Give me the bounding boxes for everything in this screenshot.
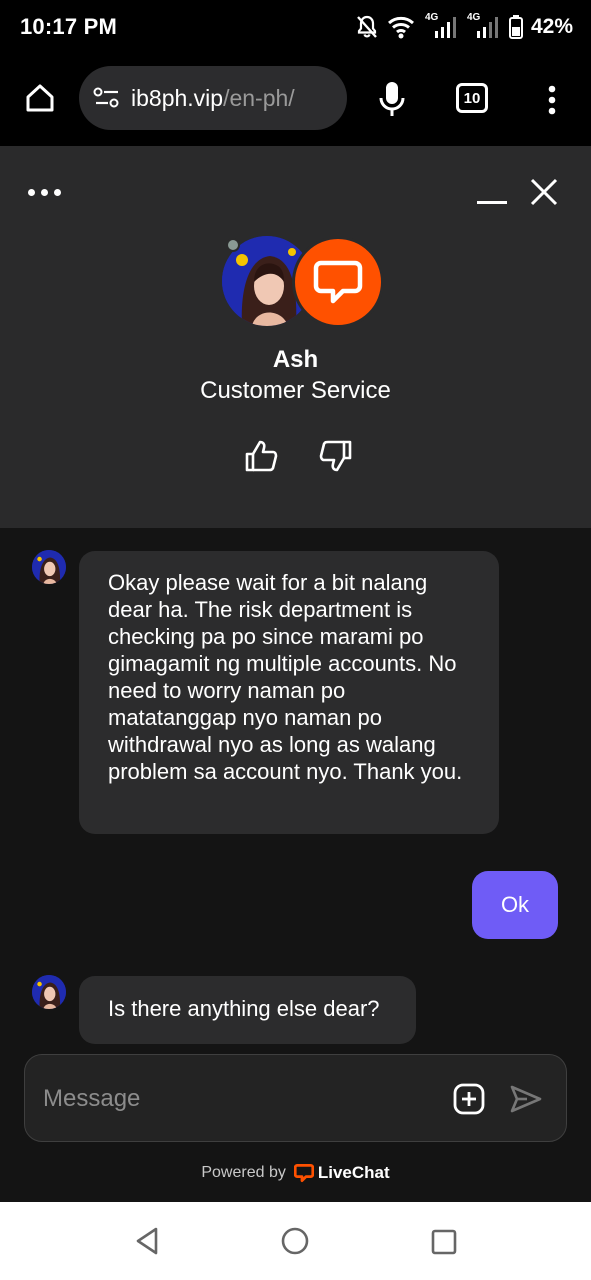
home-button[interactable] bbox=[20, 78, 60, 118]
livechat-brand: LiveChat bbox=[317, 1163, 390, 1182]
thumbs-up-icon bbox=[245, 440, 278, 472]
more-vert-icon bbox=[548, 85, 556, 115]
browser-menu-button[interactable] bbox=[538, 80, 566, 120]
status-bar: 10:17 PM 4G 4G 42% bbox=[0, 0, 591, 56]
dot-icon bbox=[54, 188, 61, 196]
rate-bad-button[interactable] bbox=[318, 438, 354, 474]
url-host: ib8ph.vip bbox=[131, 84, 224, 111]
agent-photo-icon bbox=[32, 975, 66, 1009]
back-button[interactable] bbox=[130, 1224, 164, 1258]
signal-1: 4G bbox=[425, 12, 459, 40]
message-bubble-user: Ok bbox=[472, 871, 558, 939]
back-triangle-icon bbox=[136, 1227, 158, 1255]
microphone-icon bbox=[379, 82, 405, 116]
message-bubble-agent: Is there anything else dear? bbox=[79, 976, 416, 1044]
agent-photo-icon bbox=[32, 550, 66, 584]
minimize-icon bbox=[477, 201, 507, 204]
home-circle-icon bbox=[281, 1227, 309, 1255]
home-icon bbox=[26, 84, 54, 112]
minimize-button[interactable] bbox=[474, 178, 510, 208]
mute-bell-icon bbox=[357, 15, 377, 38]
system-nav-bar bbox=[0, 1202, 591, 1280]
signal-2: 4G bbox=[467, 12, 501, 40]
cell-signal-icon bbox=[476, 17, 498, 38]
chat-options-button[interactable] bbox=[28, 182, 68, 202]
message-bubble-agent: Okay please wait for a bit nalang dear h… bbox=[79, 551, 499, 834]
rate-good-button[interactable] bbox=[243, 438, 279, 474]
recents-button[interactable] bbox=[430, 1228, 458, 1256]
message-avatar bbox=[32, 550, 66, 584]
powered-by-label: Powered by bbox=[201, 1164, 286, 1181]
livechat-logo-icon bbox=[293, 1164, 314, 1182]
close-icon bbox=[530, 178, 558, 206]
address-bar[interactable]: ib8ph.vip/en-ph/ bbox=[79, 66, 347, 130]
url-path: /en-ph/ bbox=[223, 84, 295, 111]
chat-bubble-icon bbox=[313, 260, 363, 304]
add-icon bbox=[453, 1083, 485, 1115]
send-icon bbox=[510, 1085, 542, 1113]
livechat-link[interactable]: LiveChat bbox=[293, 1163, 390, 1183]
cell-signal-icon bbox=[434, 17, 456, 38]
agent-name: Ash bbox=[272, 346, 319, 373]
agent-avatar-group bbox=[222, 236, 386, 330]
message-composer bbox=[24, 1054, 567, 1142]
message-avatar bbox=[32, 975, 66, 1009]
send-button[interactable] bbox=[509, 1083, 543, 1115]
wifi-icon bbox=[387, 16, 414, 39]
tab-switcher-button[interactable]: 10 bbox=[456, 83, 488, 113]
thumbs-down-icon bbox=[319, 440, 352, 472]
message-input[interactable] bbox=[43, 1079, 423, 1119]
livechat-logo bbox=[292, 236, 384, 328]
chat-header: Ash Customer Service bbox=[0, 146, 591, 528]
recents-square-icon bbox=[431, 1229, 457, 1255]
attach-button[interactable] bbox=[453, 1083, 485, 1115]
status-dot bbox=[226, 238, 240, 252]
battery-icon bbox=[508, 15, 523, 39]
powered-by: Powered by LiveChat bbox=[0, 1160, 591, 1186]
close-button[interactable] bbox=[526, 174, 562, 210]
status-time: 10:17 PM bbox=[20, 14, 117, 39]
browser-toolbar: ib8ph.vip/en-ph/ 10 bbox=[0, 56, 591, 146]
agent-role: Customer Service bbox=[200, 377, 391, 404]
dot-icon bbox=[28, 188, 35, 196]
battery-percent: 42% bbox=[530, 15, 573, 38]
status-icons: 4G 4G 42% bbox=[355, 12, 573, 42]
site-settings-icon[interactable] bbox=[93, 86, 121, 110]
home-nav-button[interactable] bbox=[280, 1226, 310, 1256]
dot-icon bbox=[41, 188, 48, 196]
voice-search-button[interactable] bbox=[372, 76, 412, 122]
